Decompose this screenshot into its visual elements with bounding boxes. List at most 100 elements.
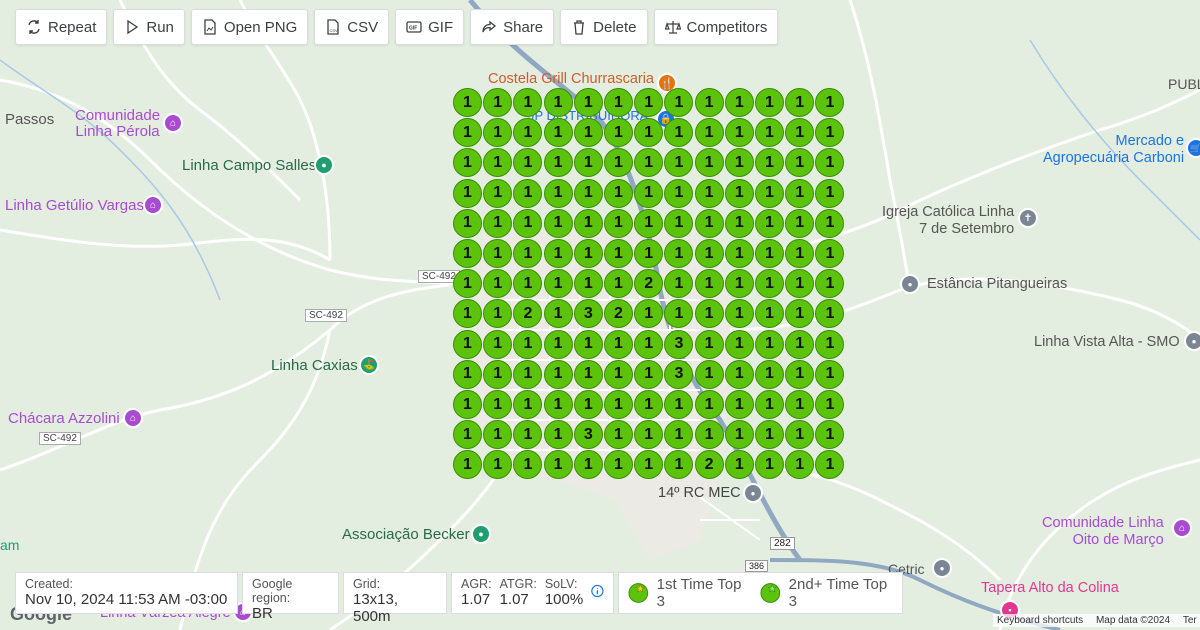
rank-pin[interactable]: 3 [573, 299, 603, 329]
rank-pin[interactable]: 1 [453, 118, 482, 148]
costela-label[interactable]: Costela Grill Churrascaria [488, 71, 654, 87]
becker-label[interactable]: Associação Becker [342, 526, 470, 543]
rank-pin[interactable]: 1 [664, 178, 694, 208]
rank-pin[interactable]: 1 [634, 390, 664, 419]
rank-pin[interactable]: 1 [694, 269, 724, 299]
rank-pin[interactable]: 1 [785, 178, 815, 208]
rank-pin[interactable]: 3 [664, 329, 694, 359]
rank-pin[interactable]: 1 [483, 359, 513, 389]
golf-icon[interactable]: ⛳ [359, 355, 379, 375]
rank-pin[interactable]: 1 [453, 359, 482, 389]
rank-pin[interactable]: 1 [694, 88, 724, 117]
rank-pin[interactable]: 1 [694, 329, 724, 359]
rank-pin[interactable]: 1 [604, 208, 633, 238]
rank-pin[interactable]: 1 [453, 88, 482, 117]
campo-salles-label[interactable]: Linha Campo Salles [182, 157, 316, 174]
rank-pin[interactable]: 1 [573, 88, 603, 117]
rank-pin[interactable]: 1 [513, 208, 543, 238]
rank-pin[interactable]: 1 [755, 208, 784, 238]
rank-pin[interactable]: 1 [785, 359, 815, 389]
rank-pin[interactable]: 1 [543, 239, 573, 268]
rank-pin[interactable]: 1 [573, 359, 603, 389]
store-icon[interactable]: 🛒 [1186, 138, 1200, 158]
oito-marco-label[interactable]: Comunidade Linha Oito de Março [1042, 515, 1164, 549]
rank-pin[interactable]: 1 [543, 178, 573, 208]
rank-pin[interactable]: 1 [724, 450, 754, 480]
rank-pin[interactable]: 1 [573, 118, 603, 148]
rank-pin[interactable]: 1 [755, 178, 784, 208]
rank-pin[interactable]: 1 [573, 269, 603, 299]
gif-button[interactable]: GIF GIF [395, 9, 465, 45]
rank-pin[interactable]: 1 [604, 390, 633, 419]
church-icon[interactable]: ✝ [1018, 208, 1038, 228]
igreja-label[interactable]: Igreja Católica Linha 7 de Setembro [882, 204, 1014, 238]
rank-pin[interactable]: 1 [694, 178, 724, 208]
rank-pin[interactable]: 1 [634, 329, 664, 359]
chacara-label[interactable]: Chácara Azzolini [8, 410, 120, 427]
rank-pin[interactable]: 1 [543, 88, 573, 117]
rank-pin[interactable]: 1 [724, 390, 754, 419]
park-icon[interactable]: ● [471, 524, 491, 544]
rank-pin[interactable]: 1 [755, 420, 784, 450]
rank-pin[interactable]: 1 [543, 148, 573, 178]
rank-pin[interactable]: 1 [573, 178, 603, 208]
rank-pin[interactable]: 1 [724, 420, 754, 450]
rank-pin[interactable]: 1 [785, 390, 815, 419]
share-button[interactable]: Share [470, 9, 555, 45]
rank-pin[interactable]: 1 [573, 208, 603, 238]
run-button[interactable]: Run [113, 9, 185, 45]
rank-pin[interactable]: 1 [604, 88, 633, 117]
mercado-label[interactable]: Mercado e Agropecuária Carboni [1043, 133, 1184, 167]
rank-pin[interactable]: 1 [604, 359, 633, 389]
place-icon[interactable]: ● [1184, 331, 1200, 351]
rank-pin[interactable]: 1 [694, 148, 724, 178]
rank-pin[interactable]: 1 [543, 420, 573, 450]
rc-mec-label[interactable]: 14º RC MEC [658, 485, 741, 501]
rank-pin[interactable]: 1 [664, 208, 694, 238]
rank-pin[interactable]: 1 [483, 178, 513, 208]
rank-pin[interactable]: 1 [573, 329, 603, 359]
rank-pin[interactable]: 1 [453, 420, 482, 450]
rank-pin[interactable]: 1 [815, 208, 845, 238]
rank-pin[interactable]: 1 [785, 239, 815, 268]
rank-pin[interactable]: 1 [694, 390, 724, 419]
community-icon[interactable]: ⌂ [1172, 518, 1192, 538]
rank-pin[interactable]: 1 [634, 359, 664, 389]
rank-pin[interactable]: 1 [543, 269, 573, 299]
rank-pin[interactable]: 1 [543, 208, 573, 238]
rank-pin[interactable]: 1 [604, 269, 633, 299]
csv-button[interactable]: CSV CSV [314, 9, 390, 45]
rank-pin[interactable]: 1 [755, 118, 784, 148]
caxias-label[interactable]: Linha Caxias [271, 357, 358, 374]
rank-pin[interactable]: 1 [634, 239, 664, 268]
open-png-button[interactable]: Open PNG [190, 9, 309, 45]
rank-pin[interactable]: 1 [573, 239, 603, 268]
rank-pin[interactable]: 3 [664, 359, 694, 389]
rank-pin[interactable]: 1 [543, 329, 573, 359]
rank-pin[interactable]: 1 [483, 208, 513, 238]
rank-pin[interactable]: 1 [453, 329, 482, 359]
rank-pin[interactable]: 1 [573, 450, 603, 480]
rank-pin[interactable]: 1 [694, 359, 724, 389]
rank-pin[interactable]: 1 [724, 239, 754, 268]
rank-pin[interactable]: 1 [694, 208, 724, 238]
rank-pin[interactable]: 1 [543, 390, 573, 419]
rank-pin[interactable]: 1 [483, 88, 513, 117]
delete-button[interactable]: Delete [560, 9, 648, 45]
rank-pin[interactable]: 1 [755, 88, 784, 117]
community-icon[interactable]: ⌂ [123, 408, 143, 428]
rank-pin[interactable]: 1 [755, 329, 784, 359]
rank-pin[interactable]: 1 [573, 390, 603, 419]
rank-pin[interactable]: 1 [785, 329, 815, 359]
getulio-label[interactable]: Linha Getúlio Vargas [5, 197, 144, 214]
rank-pin[interactable]: 1 [694, 239, 724, 268]
rank-pin[interactable]: 1 [724, 359, 754, 389]
rank-pin[interactable]: 1 [724, 269, 754, 299]
rank-pin[interactable]: 1 [724, 118, 754, 148]
place-icon[interactable]: ● [743, 483, 763, 503]
comunidade-perola-label[interactable]: Comunidade Linha Pérola [75, 108, 160, 140]
rank-pin[interactable]: 1 [694, 420, 724, 450]
rank-pin[interactable]: 1 [634, 208, 664, 238]
rank-pin[interactable]: 1 [815, 178, 845, 208]
rank-pin[interactable]: 1 [513, 178, 543, 208]
